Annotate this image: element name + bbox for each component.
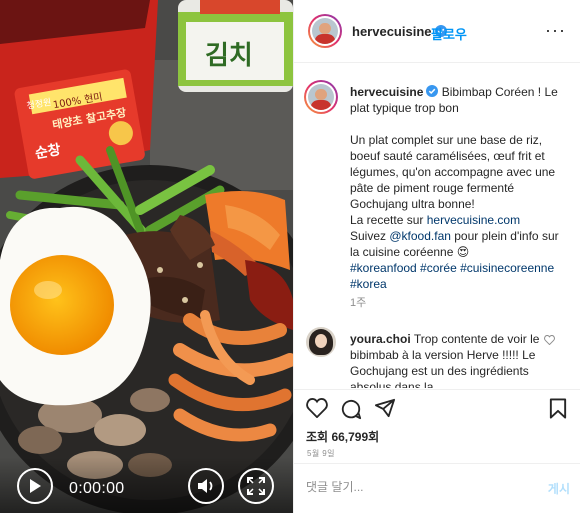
post-video[interactable]: 김치 100% 현미 태양초 찰고추장 청정원 순창 0:00:00 <box>0 0 293 513</box>
video-controls: 0:00:00 <box>0 457 293 513</box>
author-username-text[interactable]: hervecuisine <box>352 24 432 39</box>
comment-bubble-icon[interactable] <box>340 398 362 420</box>
recipe-link[interactable]: hervecuisine.com <box>427 213 520 227</box>
play-button[interactable] <box>17 468 53 504</box>
add-comment-bar: 게시 <box>294 463 580 513</box>
like-heart-icon[interactable] <box>306 398 328 418</box>
kimchi-label: 김치 <box>205 41 253 71</box>
bibimbap-video-frame: 김치 100% 현미 태양초 찰고추장 청정원 순창 <box>0 0 293 513</box>
comment-like-heart-icon[interactable] <box>544 335 555 345</box>
caption-hashtags[interactable]: #koreanfood #corée #cuisinecoreenne #kor… <box>350 260 565 292</box>
caption-paragraph: Un plat complet sur une base de riz, boe… <box>350 133 556 211</box>
commenter-username[interactable]: youra.choi <box>350 332 411 346</box>
comment: youra.choi Trop contente de voir le bibi… <box>350 331 543 388</box>
verified-badge-icon <box>426 85 439 97</box>
commenter-avatar[interactable] <box>306 327 336 357</box>
fullscreen-icon <box>247 477 265 495</box>
post-header: hervecuisine 팔로우 ··· <box>294 0 580 63</box>
caption-time-ago[interactable]: 1주 <box>350 294 366 310</box>
view-count[interactable]: 조회 66,799회 <box>306 428 379 445</box>
views-label: 조회 <box>306 430 329 444</box>
post-actions: 조회 66,799회 5월 9일 <box>294 389 580 463</box>
fullscreen-button[interactable] <box>238 468 274 504</box>
caption-follow-prefix: Suivez <box>350 229 390 243</box>
caption-recipe-prefix: La recette sur <box>350 213 427 227</box>
save-bookmark-icon[interactable] <box>549 398 567 419</box>
more-options-icon[interactable]: ··· <box>545 20 566 41</box>
follow-button[interactable]: 팔로우 <box>431 24 467 43</box>
play-icon <box>30 479 41 493</box>
post-date[interactable]: 5월 9일 <box>307 448 335 459</box>
volume-button[interactable] <box>188 468 224 504</box>
post-caption: hervecuisine Bibimbap Coréen ! Le plat t… <box>350 84 565 292</box>
comment-input[interactable] <box>306 480 506 494</box>
post-comment-button[interactable]: 게시 <box>548 480 570 497</box>
comments-scroll-area[interactable]: hervecuisine Bibimbap Coréen ! Le plat t… <box>294 64 580 388</box>
volume-icon <box>198 479 213 493</box>
video-time: 0:00:00 <box>69 480 125 497</box>
caption-username[interactable]: hervecuisine <box>350 85 423 99</box>
post-panel: hervecuisine 팔로우 ··· hervecuisine Bibimb… <box>293 0 580 513</box>
author-avatar[interactable] <box>308 14 342 48</box>
share-send-icon[interactable] <box>374 398 396 418</box>
mention-link[interactable]: @kfood.fan <box>389 229 451 243</box>
views-count: 66,799회 <box>331 430 380 444</box>
caption-author-avatar[interactable] <box>304 80 338 114</box>
